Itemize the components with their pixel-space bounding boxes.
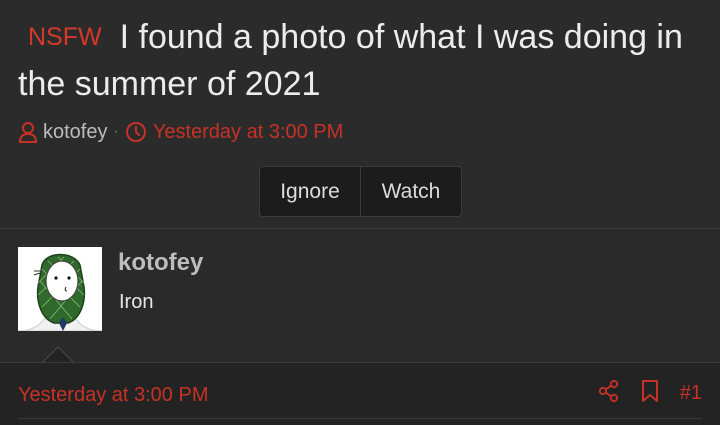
post-footer: Yesterday at 3:00 PM #1 bbox=[0, 362, 720, 425]
post-user-title: Iron bbox=[119, 291, 154, 313]
post-message: kotofey Iron Yesterday at 3:00 PM #1 bbox=[0, 228, 720, 425]
post-date-link[interactable]: Yesterday at 3:00 PM bbox=[18, 384, 209, 407]
thread-date-link[interactable]: Yesterday at 3:00 PM bbox=[153, 121, 344, 144]
thread-header: NSFW I found a photo of what I was doing … bbox=[0, 0, 720, 228]
message-pointer-arrow bbox=[42, 346, 74, 363]
thread-prefix[interactable]: NSFW bbox=[28, 23, 102, 51]
post-actions: #1 bbox=[598, 379, 702, 408]
watch-button[interactable]: Watch bbox=[360, 167, 461, 216]
post-number-link[interactable]: #1 bbox=[680, 382, 702, 405]
thread-author-link[interactable]: kotofey bbox=[43, 121, 107, 144]
clock-icon bbox=[125, 121, 147, 143]
share-icon[interactable] bbox=[598, 379, 620, 408]
avatar[interactable] bbox=[17, 247, 103, 332]
thread-meta: kotofey · Yesterday at 3:00 PM bbox=[18, 118, 343, 146]
footer-divider bbox=[18, 418, 702, 419]
meta-separator: · bbox=[113, 123, 119, 140]
ignore-button[interactable]: Ignore bbox=[260, 167, 360, 216]
thread-title: NSFW I found a photo of what I was doing … bbox=[18, 14, 708, 108]
thread-title-text: I found a photo of what I was doing in t… bbox=[18, 18, 683, 103]
avatar-image bbox=[17, 247, 103, 332]
bookmark-icon[interactable] bbox=[640, 379, 660, 408]
post-username[interactable]: kotofey bbox=[118, 249, 203, 277]
user-icon bbox=[18, 121, 38, 143]
thread-action-buttons: Ignore Watch bbox=[259, 166, 462, 217]
